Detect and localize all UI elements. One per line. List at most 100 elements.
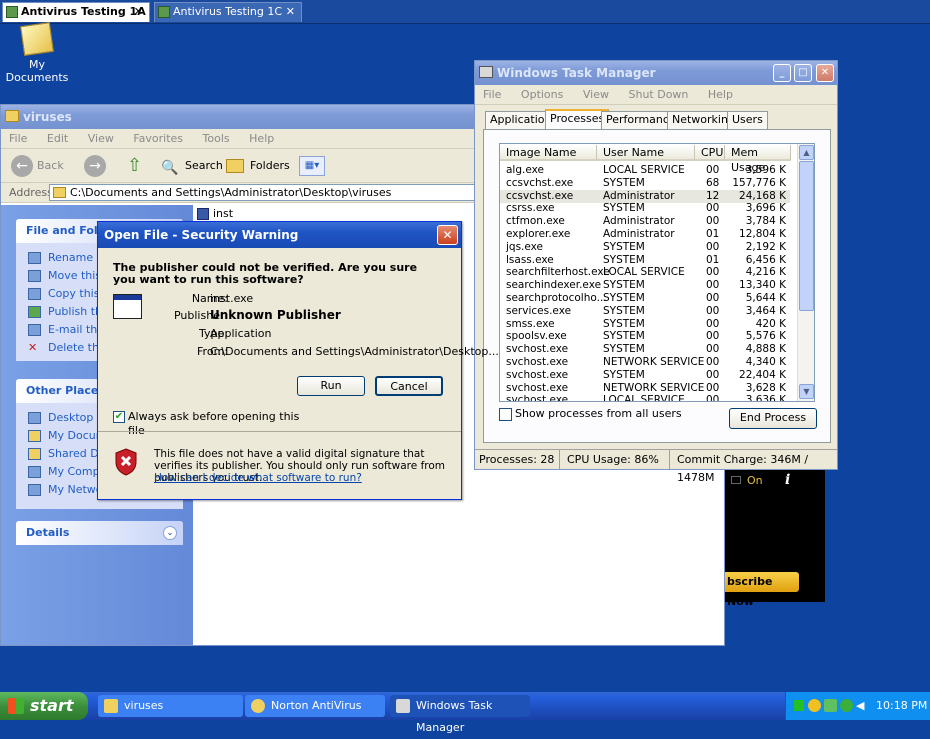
file-label: inst: [213, 207, 234, 220]
process-row[interactable]: searchfilterhost.exe LOCAL SERVICE 00 4,216…: [500, 266, 790, 279]
process-image-name: ctfmon.exe: [506, 215, 565, 228]
process-image-name: svchost.exe: [506, 394, 569, 402]
process-row[interactable]: alg.exe LOCAL SERVICE 00 3,596 K: [500, 164, 790, 177]
run-button[interactable]: Run: [297, 376, 365, 396]
column-image-name[interactable]: Image Name: [500, 145, 597, 161]
taskbar-label: Windows Task Manager: [416, 699, 493, 734]
process-row[interactable]: ctfmon.exe Administrator 00 3,784 K: [500, 215, 790, 228]
checkmark-icon[interactable]: ✔: [113, 411, 125, 423]
process-row[interactable]: lsass.exe SYSTEM 01 6,456 K: [500, 254, 790, 267]
menu-edit[interactable]: Edit: [47, 132, 68, 145]
process-row[interactable]: svchost.exe LOCAL SERVICE 00 3,636 K: [500, 394, 790, 402]
dialog-titlebar[interactable]: Open File - Security Warning ✕: [98, 222, 461, 248]
vm-tab-1a[interactable]: Antivirus Testing 1A ✕: [2, 2, 150, 22]
close-button[interactable]: ✕: [816, 64, 834, 82]
process-row[interactable]: csrss.exe SYSTEM 00 3,696 K: [500, 202, 790, 215]
menu-view[interactable]: View: [583, 88, 609, 101]
scroll-up-icon[interactable]: ▲: [799, 145, 814, 160]
folders-button[interactable]: Folders: [226, 155, 290, 177]
process-row[interactable]: searchprotocolho... SYSTEM 00 5,644 K: [500, 292, 790, 305]
end-process-button[interactable]: End Process: [729, 408, 817, 429]
checkbox-box[interactable]: [499, 408, 512, 421]
back-button[interactable]: ← Back: [11, 155, 71, 177]
minimize-button[interactable]: _: [773, 64, 791, 82]
start-button[interactable]: start: [0, 692, 88, 720]
process-cpu: 00: [706, 330, 720, 343]
forward-arrow-icon[interactable]: →: [84, 155, 106, 177]
vertical-scrollbar[interactable]: ▲ ▼: [797, 144, 814, 401]
process-list[interactable]: Image Name User Name CPU Mem Usage alg.e…: [499, 143, 815, 402]
process-user-name: Administrator: [603, 215, 675, 228]
process-row[interactable]: explorer.exe Administrator 01 12,804 K: [500, 228, 790, 241]
close-button[interactable]: ✕: [437, 225, 458, 245]
process-row[interactable]: ccsvchst.exe Administrator 12 24,168 K: [500, 189, 790, 203]
show-all-users-checkbox[interactable]: Show processes from all users: [499, 407, 699, 423]
tab-processes[interactable]: Processes: [545, 109, 610, 130]
chevron-down-icon[interactable]: ⌄: [163, 526, 177, 540]
process-row[interactable]: svchost.exe NETWORK SERVICE 00 3,628 K: [500, 382, 790, 395]
menu-options[interactable]: Options: [521, 88, 563, 101]
process-row[interactable]: jqs.exe SYSTEM 00 2,192 K: [500, 241, 790, 254]
address-value: C:\Documents and Settings\Administrator\…: [70, 186, 392, 199]
process-row[interactable]: spoolsv.exe SYSTEM 00 5,576 K: [500, 330, 790, 343]
task-manager-titlebar[interactable]: Windows Task Manager _ □ ✕: [475, 61, 837, 85]
security-tray-icon[interactable]: [824, 699, 837, 712]
subscribe-now-button[interactable]: bscribe Now: [725, 572, 799, 608]
process-user-name: NETWORK SERVICE: [603, 356, 705, 368]
process-cpu: 00: [706, 343, 720, 356]
scroll-down-icon[interactable]: ▼: [799, 384, 814, 399]
cancel-button[interactable]: Cancel: [375, 376, 443, 396]
maximize-button[interactable]: □: [794, 64, 812, 82]
always-ask-checkbox[interactable]: ✔ Always ask before opening this file: [113, 410, 313, 437]
taskbar-button-norton[interactable]: Norton AntiVirus: [245, 695, 385, 717]
process-mem-usage: 3,464 K: [745, 304, 786, 317]
process-row[interactable]: svchost.exe NETWORK SERVICE 00 4,340 K: [500, 356, 790, 369]
menu-help[interactable]: Help: [708, 88, 733, 101]
task-manager-icon: [479, 66, 493, 78]
from-value: C:\Documents and Settings\Administrator\…: [210, 345, 499, 358]
file-item-inst[interactable]: inst: [197, 207, 257, 221]
process-row[interactable]: searchindexer.exe SYSTEM 00 13,340 K: [500, 279, 790, 292]
process-user-name: SYSTEM: [603, 330, 645, 343]
menu-tools[interactable]: Tools: [203, 132, 230, 145]
process-row[interactable]: ccsvchst.exe SYSTEM 68 157,776 K: [500, 177, 790, 190]
vm-icon: [158, 6, 170, 18]
column-mem-usage[interactable]: Mem Usage: [725, 145, 791, 174]
my-documents-desktop-icon[interactable]: My Documents: [2, 22, 72, 84]
taskbar-button-task-manager[interactable]: Windows Task Manager: [390, 695, 530, 734]
process-cpu: 12: [706, 189, 720, 202]
menu-favorites[interactable]: Favorites: [133, 132, 183, 145]
up-folder-icon[interactable]: ⇧: [127, 155, 149, 177]
menu-help[interactable]: Help: [249, 132, 274, 145]
process-row[interactable]: svchost.exe SYSTEM 00 22,404 K: [500, 369, 790, 382]
clock[interactable]: 10:18 PM: [876, 692, 927, 720]
views-icon[interactable]: ▦▾: [299, 156, 325, 176]
vm-icon: [6, 6, 18, 18]
scroll-thumb[interactable]: [799, 161, 814, 311]
process-row[interactable]: svchost.exe SYSTEM 00 4,888 K: [500, 343, 790, 356]
search-button[interactable]: 🔍 Search: [161, 155, 223, 177]
vm-tab-1c[interactable]: Antivirus Testing 1C ✕: [154, 2, 302, 22]
taskbar-button-viruses[interactable]: viruses: [98, 695, 243, 717]
computer-icon: [28, 466, 41, 478]
folder-icon: [28, 448, 41, 460]
process-image-name: spoolsv.exe: [506, 330, 567, 343]
menu-view[interactable]: View: [88, 132, 114, 145]
column-cpu[interactable]: CPU: [695, 145, 725, 161]
help-link[interactable]: How can I decide what software to run?: [154, 472, 362, 484]
column-user-name[interactable]: User Name: [597, 145, 695, 161]
close-icon[interactable]: ✕: [134, 3, 143, 21]
network-tray-icon[interactable]: [794, 700, 804, 711]
panel-header[interactable]: Details ⌄: [16, 521, 183, 545]
process-cpu: 01: [706, 228, 720, 240]
norton-tray-icon[interactable]: [808, 699, 821, 712]
menu-file[interactable]: File: [483, 88, 501, 101]
process-row[interactable]: smss.exe SYSTEM 00 420 K: [500, 318, 790, 331]
tab-users[interactable]: Users: [727, 111, 768, 129]
update-tray-icon[interactable]: [840, 699, 853, 712]
close-icon[interactable]: ✕: [286, 3, 295, 21]
process-row[interactable]: services.exe SYSTEM 00 3,464 K: [500, 305, 790, 318]
menu-file[interactable]: File: [9, 132, 27, 145]
menu-shut-down[interactable]: Shut Down: [628, 88, 688, 101]
volume-tray-icon[interactable]: ◀: [856, 699, 869, 712]
